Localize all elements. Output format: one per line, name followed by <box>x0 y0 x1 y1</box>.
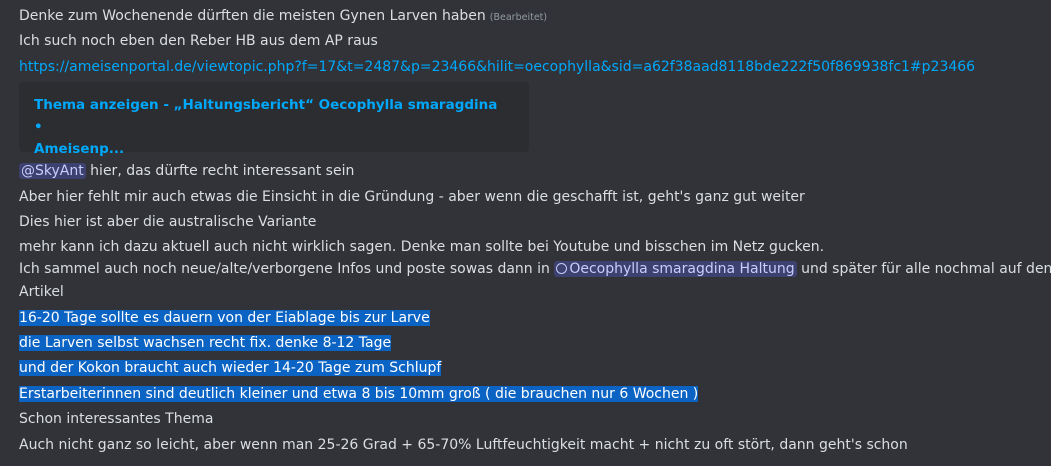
edited-label: (Bearbeitet) <box>489 12 548 23</box>
message-link[interactable]: https://ameisenportal.de/viewtopic.php?f… <box>19 59 975 75</box>
message-line: https://ameisenportal.de/viewtopic.php?f… <box>19 57 975 77</box>
selected-text: die Larven selbst wachsen recht fix. den… <box>19 335 392 351</box>
message-line-selected: Erstarbeiterinnen sind deutlich kleiner … <box>19 384 699 404</box>
embed-title-part: Ameisenp... <box>34 141 125 157</box>
link-embed: Thema anzeigen - „Haltungsbericht“ Oecop… <box>19 82 529 157</box>
message-line: Ich such noch eben den Reber HB aus dem … <box>19 33 378 49</box>
message-line-selected: und der Kokon braucht auch wieder 14-20 … <box>19 358 442 378</box>
message-line-selected: die Larven selbst wachsen recht fix. den… <box>19 333 392 353</box>
message-line: Artikel <box>19 284 64 300</box>
channel-mention-label: Oecophylla smaragdina Haltung <box>569 261 795 277</box>
message-line: Denke zum Wochenende dürften die meisten… <box>19 6 547 28</box>
message-line: Aber hier fehlt mir auch etwas die Einsi… <box>19 189 805 205</box>
message-text: Ich sammel auch noch neue/alte/verborgen… <box>19 261 555 277</box>
embed-title-link[interactable]: Thema anzeigen - „Haltungsbericht“ Oecop… <box>34 94 504 160</box>
message-line-selected: 16-20 Tage sollte es dauern von der Eiab… <box>19 308 430 328</box>
user-mention[interactable]: @SkyAnt <box>19 163 86 179</box>
message-text: Denke zum Wochenende dürften die meisten… <box>19 8 486 24</box>
message-line: Ich sammel auch noch neue/alte/verborgen… <box>19 259 1051 279</box>
channel-mention[interactable]: Oecophylla smaragdina Haltung <box>554 261 797 277</box>
selected-text: 16-20 Tage sollte es dauern von der Eiab… <box>19 310 430 326</box>
message-line: mehr kann ich dazu aktuell auch nicht wi… <box>19 239 825 255</box>
message-text: hier, das dürfte recht interessant sein <box>85 163 355 179</box>
selected-text: und der Kokon braucht auch wieder 14-20 … <box>19 360 442 376</box>
message-line: Auch nicht ganz so leicht, aber wenn man… <box>19 437 908 453</box>
message-line: Dies hier ist aber die australische Vari… <box>19 214 317 230</box>
message-line: @SkyAnt hier, das dürfte recht interessa… <box>19 161 354 181</box>
message-line: Schon interessantes Thema <box>19 411 214 427</box>
selected-text: Erstarbeiterinnen sind deutlich kleiner … <box>19 386 699 402</box>
thread-icon <box>556 263 568 274</box>
message-text: und später für alle nochmal auf den Blog <box>801 261 1051 277</box>
embed-title-part: Thema anzeigen - „Haltungsbericht“ Oecop… <box>34 97 498 135</box>
